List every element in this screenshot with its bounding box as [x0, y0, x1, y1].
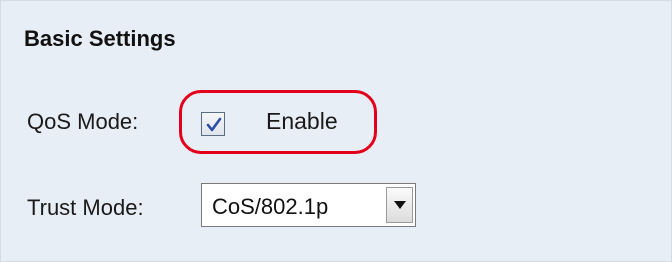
dropdown-arrow-icon[interactable] [386, 187, 413, 223]
trust-mode-label: Trust Mode: [27, 195, 144, 220]
qos-mode-label: QoS Mode: [27, 109, 139, 134]
trust-mode-selected-value: CoS/802.1p [212, 194, 329, 219]
checkmark-icon [206, 117, 222, 132]
basic-settings-panel: Basic Settings QoS Mode: Enable Trust Mo… [0, 0, 672, 262]
enable-label[interactable]: Enable [266, 108, 338, 135]
section-title: Basic Settings [24, 26, 176, 51]
trust-mode-select[interactable]: CoS/802.1p [201, 183, 416, 227]
qos-enable-checkbox[interactable] [201, 112, 225, 136]
